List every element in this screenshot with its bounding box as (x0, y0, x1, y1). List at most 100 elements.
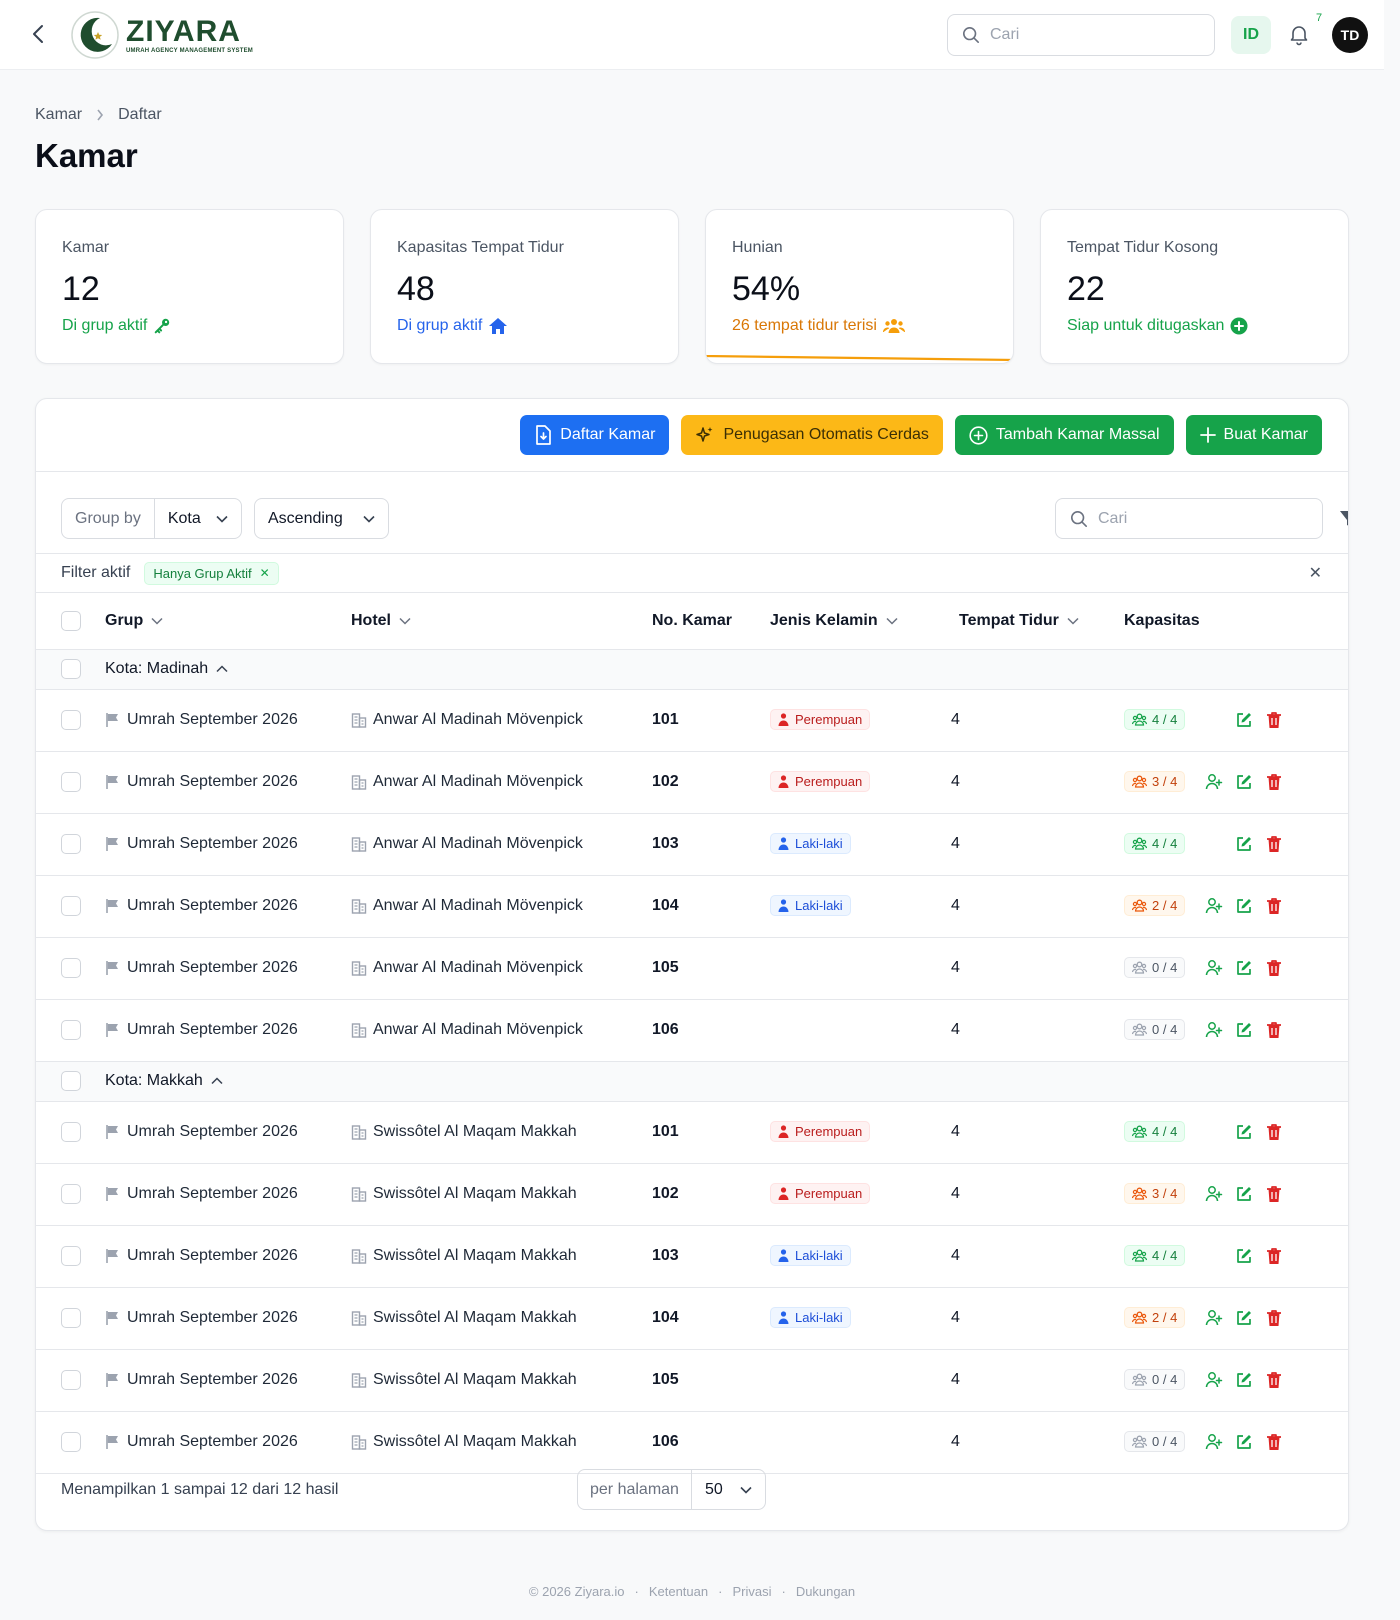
tambah-kamar-massal-button[interactable]: Tambah Kamar Massal (954, 415, 1174, 455)
global-search[interactable] (947, 14, 1215, 56)
row-checkbox[interactable] (61, 1246, 81, 1266)
trash-icon[interactable] (1263, 957, 1285, 979)
row-checkbox[interactable] (61, 1308, 81, 1328)
table-row[interactable]: Umrah September 2026 Anwar Al Madinah Möv… (36, 875, 1348, 937)
clear-filters-icon[interactable]: ✕ (1309, 563, 1322, 583)
select-all-checkbox[interactable] (61, 611, 81, 631)
back-arrow-icon[interactable] (26, 22, 50, 46)
building-icon (351, 1311, 367, 1326)
table-row[interactable]: Umrah September 2026 Swissôtel Al Maqam M… (36, 1349, 1348, 1411)
assign-user-icon[interactable] (1203, 1369, 1225, 1391)
divider (36, 471, 1348, 472)
column-jenis-kelamin[interactable]: Jenis Kelamin (770, 612, 898, 630)
assign-user-icon[interactable] (1203, 1183, 1225, 1205)
penugasan-otomatis-button[interactable]: Penugasan Otomatis Cerdas (681, 415, 943, 455)
row-checkbox[interactable] (61, 958, 81, 978)
group-label[interactable]: Kota: Madinah (105, 660, 228, 678)
assign-user-icon[interactable] (1203, 957, 1225, 979)
table-row[interactable]: Umrah September 2026 Anwar Al Madinah Möv… (36, 999, 1348, 1061)
trash-icon[interactable] (1263, 1369, 1285, 1391)
column-tt-label: Tempat Tidur (959, 612, 1059, 629)
language-switch[interactable]: ID (1231, 16, 1271, 54)
table-search-input[interactable] (1098, 509, 1298, 528)
table-row[interactable]: Umrah September 2026 Anwar Al Madinah Möv… (36, 937, 1348, 999)
trash-icon[interactable] (1263, 833, 1285, 855)
filter-icon[interactable] (1339, 509, 1348, 531)
row-checkbox[interactable] (61, 896, 81, 916)
group-header-row[interactable]: Kota: Madinah (36, 649, 1348, 689)
daftar-kamar-button[interactable]: Daftar Kamar (520, 415, 670, 455)
user-avatar[interactable]: TD (1332, 17, 1368, 53)
cell-kapasitas: 4 / 4 (1124, 709, 1186, 731)
trash-icon[interactable] (1263, 895, 1285, 917)
breadcrumb-kamar[interactable]: Kamar (35, 106, 82, 124)
assign-user-icon[interactable] (1203, 895, 1225, 917)
flag-icon (106, 1187, 118, 1201)
cell-hotel-text: Swissôtel Al Maqam Makkah (373, 1371, 577, 1388)
group-checkbox[interactable] (61, 659, 81, 679)
buat-kamar-button[interactable]: Buat Kamar (1185, 415, 1322, 455)
table-row[interactable]: Umrah September 2026 Swissôtel Al Maqam M… (36, 1101, 1348, 1163)
edit-icon[interactable] (1233, 1019, 1255, 1041)
group-by-value[interactable]: Kota (155, 510, 241, 528)
table-search[interactable] (1055, 498, 1323, 539)
edit-icon[interactable] (1233, 1369, 1255, 1391)
table-row[interactable]: Umrah September 2026 Swissôtel Al Maqam M… (36, 1225, 1348, 1287)
trash-icon[interactable] (1263, 709, 1285, 731)
table-row[interactable]: Umrah September 2026 Anwar Al Madinah Möv… (36, 813, 1348, 875)
capacity-text: 3 / 4 (1152, 1186, 1178, 1201)
stat-desc: Di grup aktif (397, 317, 508, 335)
edit-icon[interactable] (1233, 1183, 1255, 1205)
table-row[interactable]: Umrah September 2026 Anwar Al Madinah Möv… (36, 751, 1348, 813)
group-header-row[interactable]: Kota: Makkah (36, 1061, 1348, 1101)
filter-chip[interactable]: Hanya Grup Aktif ✕ (144, 561, 279, 585)
per-page-select[interactable]: per halaman 50 (577, 1469, 766, 1510)
trash-icon[interactable] (1263, 771, 1285, 793)
trash-icon[interactable] (1263, 1307, 1285, 1329)
footer-link-dukungan[interactable]: Dukungan (796, 1584, 855, 1599)
footer-link-privasi[interactable]: Privasi (732, 1584, 771, 1599)
edit-icon[interactable] (1233, 771, 1255, 793)
edit-icon[interactable] (1233, 957, 1255, 979)
bell-icon[interactable] (1287, 22, 1313, 48)
ziyara-logo[interactable]: ZIYARA UMRAH AGENCY MANAGEMENT SYSTEM (70, 10, 253, 60)
row-checkbox[interactable] (61, 834, 81, 854)
group-by-select[interactable]: Group by Kota (61, 498, 242, 539)
trash-icon[interactable] (1263, 1121, 1285, 1143)
edit-icon[interactable] (1233, 709, 1255, 731)
column-hotel[interactable]: Hotel (351, 612, 411, 630)
edit-icon[interactable] (1233, 1245, 1255, 1267)
group-label[interactable]: Kota: Makkah (105, 1072, 223, 1090)
column-grup[interactable]: Grup (105, 612, 163, 630)
edit-icon[interactable] (1233, 833, 1255, 855)
edit-icon[interactable] (1233, 1121, 1255, 1143)
logo-word: ZIYARA (126, 14, 241, 48)
users-icon (1132, 1311, 1147, 1324)
cell-grup-text: Umrah September 2026 (127, 897, 298, 914)
cell-hotel-text: Swissôtel Al Maqam Makkah (373, 1309, 577, 1326)
edit-icon[interactable] (1233, 1307, 1255, 1329)
table-row[interactable]: Umrah September 2026 Anwar Al Madinah Möv… (36, 689, 1348, 751)
row-checkbox[interactable] (61, 772, 81, 792)
trash-icon[interactable] (1263, 1183, 1285, 1205)
row-checkbox[interactable] (61, 1184, 81, 1204)
remove-filter-icon[interactable]: ✕ (260, 566, 270, 580)
row-checkbox[interactable] (61, 1370, 81, 1390)
edit-icon[interactable] (1233, 895, 1255, 917)
table-row[interactable]: Umrah September 2026 Swissôtel Al Maqam M… (36, 1163, 1348, 1225)
trash-icon[interactable] (1263, 1019, 1285, 1041)
trash-icon[interactable] (1263, 1245, 1285, 1267)
table-row[interactable]: Umrah September 2026 Swissôtel Al Maqam M… (36, 1287, 1348, 1349)
assign-user-icon[interactable] (1203, 1019, 1225, 1041)
assign-user-icon[interactable] (1203, 771, 1225, 793)
row-checkbox[interactable] (61, 1020, 81, 1040)
row-checkbox[interactable] (61, 710, 81, 730)
per-page-value[interactable]: 50 (692, 1481, 765, 1499)
row-checkbox[interactable] (61, 1122, 81, 1142)
footer-link-ketentuan[interactable]: Ketentuan (649, 1584, 708, 1599)
column-tempat-tidur[interactable]: Tempat Tidur (959, 612, 1079, 630)
sort-direction-select[interactable]: Ascending (254, 498, 389, 539)
assign-user-icon[interactable] (1203, 1307, 1225, 1329)
global-search-input[interactable] (990, 26, 1190, 44)
group-checkbox[interactable] (61, 1071, 81, 1091)
